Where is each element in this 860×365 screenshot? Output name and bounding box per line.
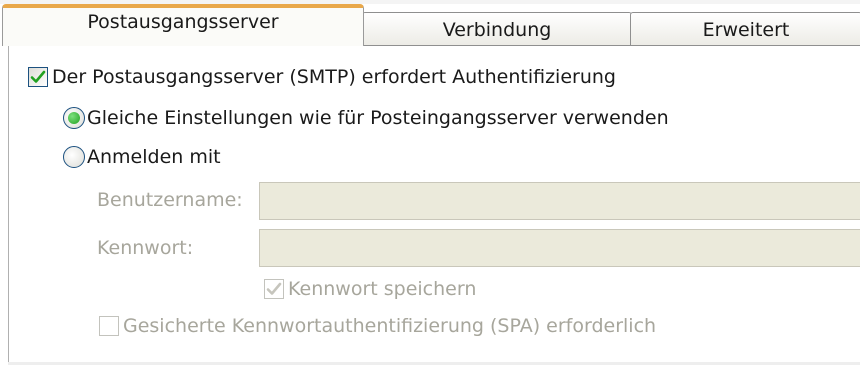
tab-postausgangsserver[interactable]: Postausgangsserver (2, 4, 364, 46)
checkmark-icon (266, 282, 282, 295)
radio-selected-dot-icon (68, 112, 80, 124)
spa-label: Gesicherte Kennwortauthentifizierung (SP… (123, 315, 657, 337)
username-field[interactable] (259, 182, 860, 220)
tab-erweitert[interactable]: Erweitert (630, 12, 860, 46)
same-settings-row[interactable]: Gleiche Einstellungen wie für Posteingan… (63, 107, 669, 129)
login-with-radio[interactable] (63, 146, 85, 168)
tab-postausgangsserver-label: Postausgangsserver (87, 11, 279, 33)
password-field[interactable] (259, 229, 860, 267)
login-with-label: Anmelden mit (87, 146, 221, 168)
tab-erweitert-label: Erweitert (702, 18, 790, 41)
spa-row[interactable]: Gesicherte Kennwortauthentifizierung (SP… (99, 315, 656, 337)
login-with-row[interactable]: Anmelden mit (63, 146, 221, 168)
auth-required-checkbox[interactable] (28, 67, 48, 87)
username-label: Benutzername: (97, 189, 243, 211)
tab-page-border (8, 46, 9, 365)
auth-required-row[interactable]: Der Postausgangsserver (SMTP) erfordert … (28, 66, 616, 88)
same-settings-radio[interactable] (63, 107, 85, 129)
spa-checkbox[interactable] (99, 316, 119, 336)
password-label: Kennwort: (97, 237, 194, 259)
save-password-row[interactable]: Kennwort speichern (264, 278, 476, 300)
same-settings-label: Gleiche Einstellungen wie für Posteingan… (87, 107, 669, 129)
tab-baseline (364, 45, 860, 46)
auth-required-label: Der Postausgangsserver (SMTP) erfordert … (52, 66, 616, 88)
checkmark-icon (30, 70, 46, 83)
tab-verbindung[interactable]: Verbindung (362, 12, 632, 46)
tab-verbindung-label: Verbindung (442, 18, 552, 41)
save-password-checkbox[interactable] (264, 279, 284, 299)
outgoing-server-settings-dialog: Verbindung Erweitert Postausgangsserver … (0, 0, 860, 365)
save-password-label: Kennwort speichern (288, 278, 477, 300)
tab-strip: Verbindung Erweitert Postausgangsserver (0, 0, 860, 46)
